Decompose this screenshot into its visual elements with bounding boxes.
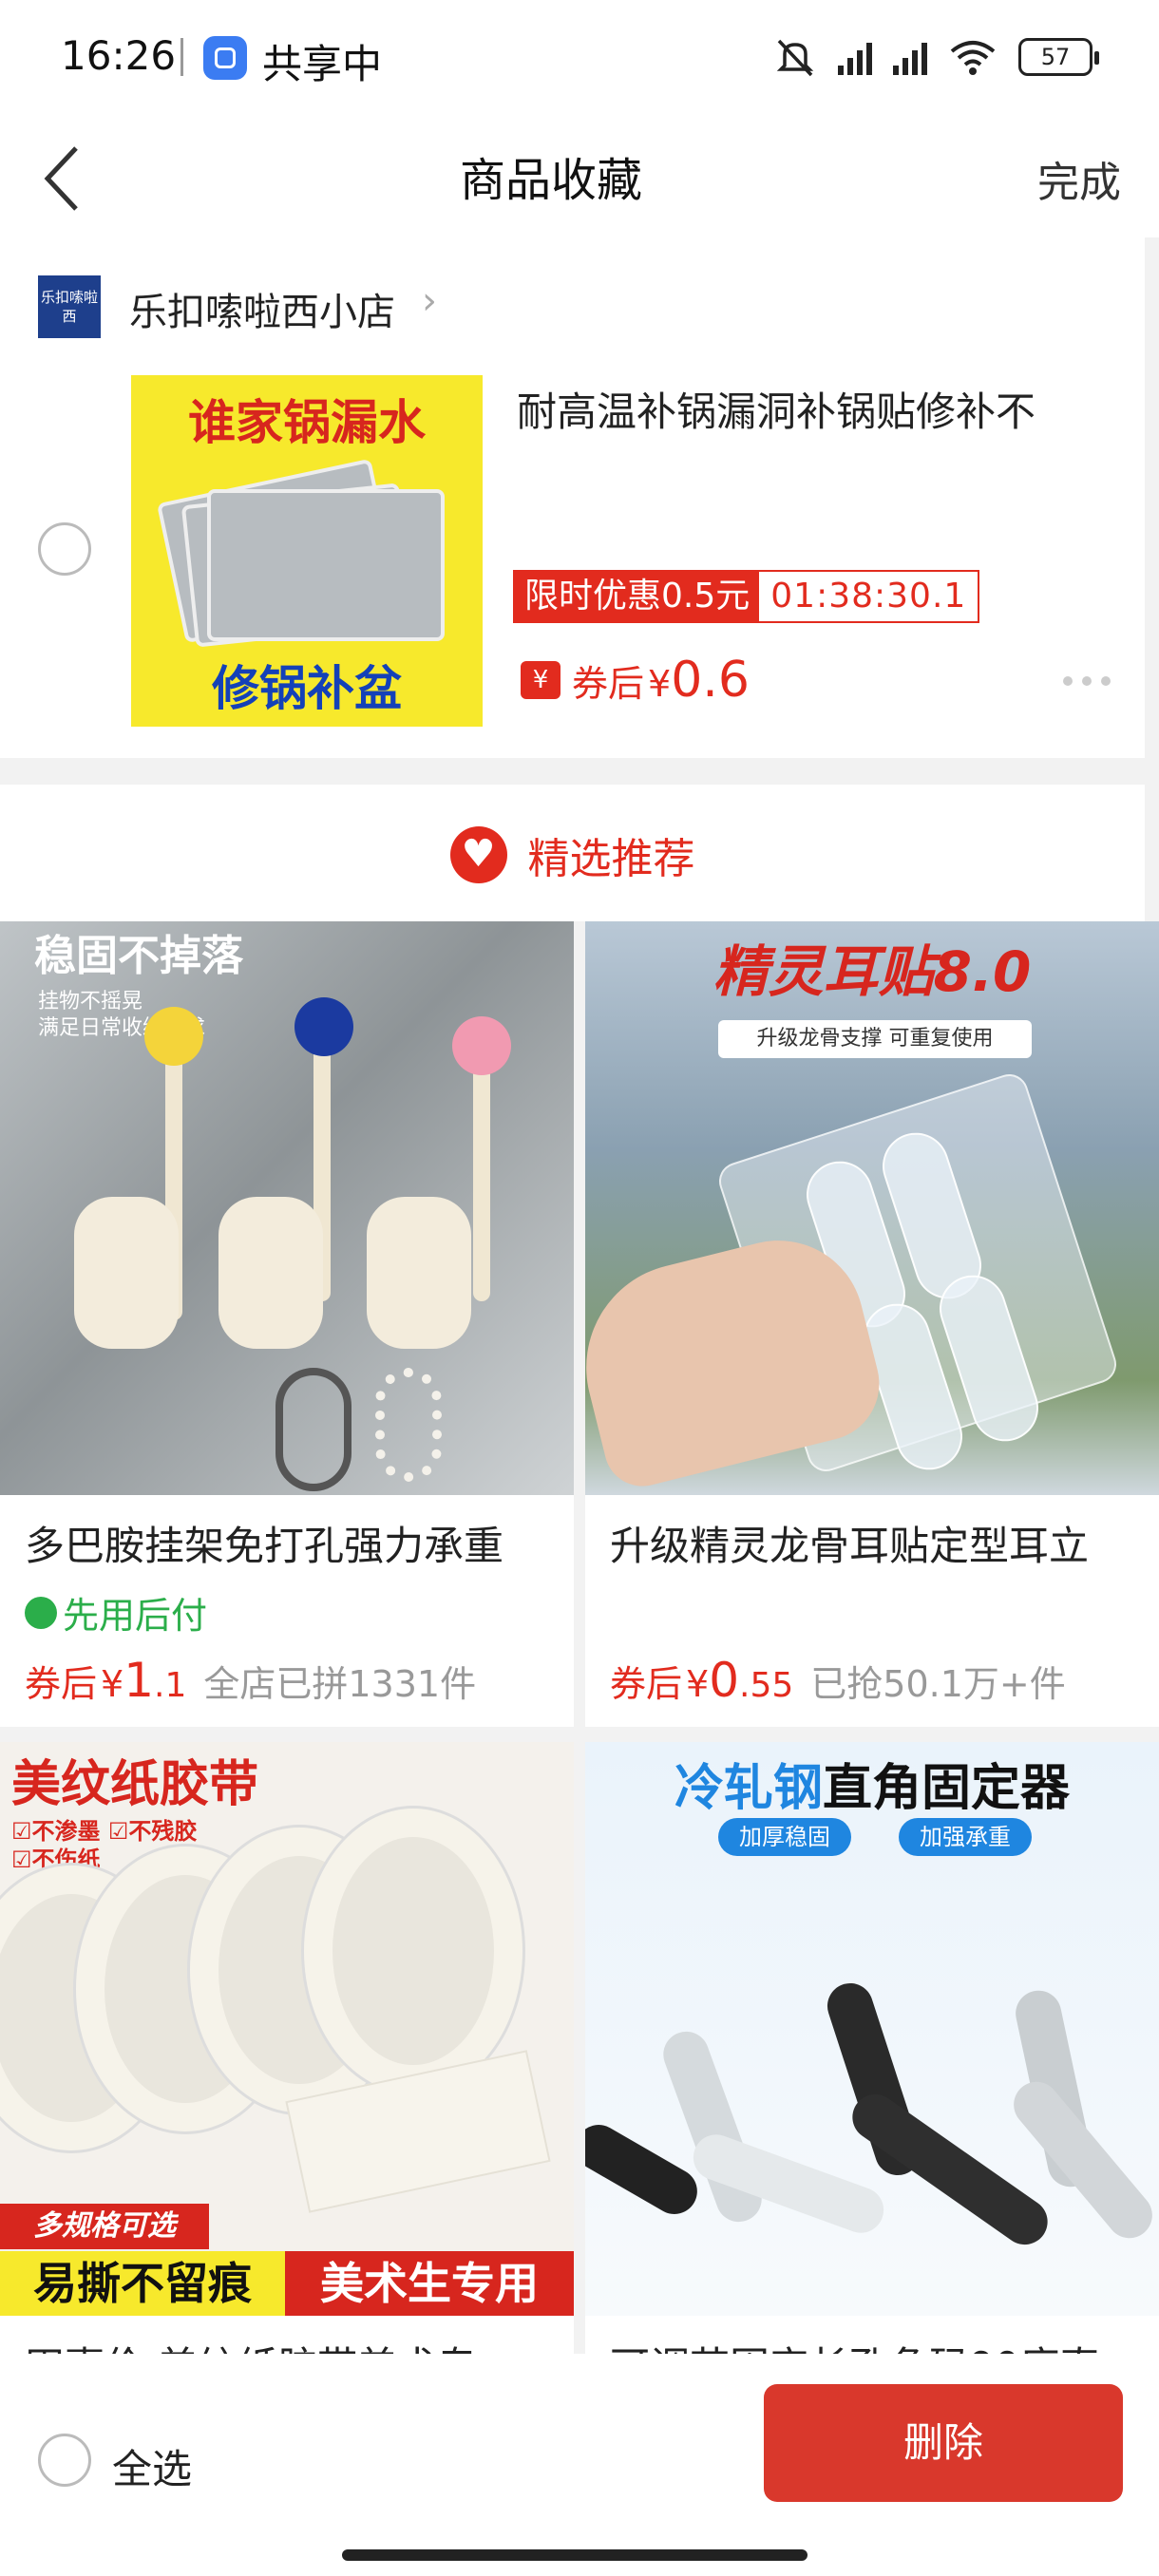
product-image[interactable]: 美纹纸胶带 ☑不渗墨 ☑不残胶 ☑不伤纸 多规格可选 易撕不留痕 美术生专用 bbox=[0, 1742, 574, 2316]
status-time: 16:26 bbox=[61, 32, 177, 79]
signal-icon bbox=[893, 39, 927, 75]
signal-icon bbox=[838, 39, 872, 75]
image-headline: 精灵耳贴8.0 bbox=[712, 939, 1032, 1004]
promo-countdown: 01:38:30.1 bbox=[770, 577, 967, 616]
price-value: 0.6 bbox=[671, 652, 750, 709]
product-image[interactable]: 精灵耳贴8.0 升级龙骨支撑 可重复使用 bbox=[585, 921, 1159, 1495]
image-caption: 美术生专用 bbox=[285, 2251, 574, 2316]
image-headline: 直角固定器 bbox=[823, 1760, 1071, 1817]
shop-name[interactable]: 乐扣嗦啦西小店 bbox=[129, 281, 395, 336]
price-row: 券后 ¥ 1.1 全店已拼1331件 bbox=[25, 1653, 476, 1708]
promo-badge: 限时优惠0.5元 01:38:30.1 bbox=[513, 570, 980, 623]
image-caption: 易撕不留痕 bbox=[0, 2251, 285, 2316]
price-label: 券后 bbox=[572, 663, 645, 705]
image-pill: 加强承重 bbox=[899, 1818, 1032, 1856]
select-all-checkbox[interactable] bbox=[38, 2434, 91, 2487]
price-label: 券后 bbox=[25, 1663, 98, 1705]
recommend-label: 精选推荐 bbox=[527, 835, 695, 883]
price-row: 券后 ¥ 0.55 已抢50.1万+件 bbox=[610, 1653, 1066, 1708]
heart-icon bbox=[449, 826, 507, 883]
price-symbol: ¥ bbox=[101, 1663, 124, 1705]
price-label: 券后 bbox=[610, 1663, 683, 1705]
product-image[interactable]: 稳固不掉落 挂物不摇晃 满足日常收纳需求 bbox=[0, 921, 574, 1495]
sales-count: 全店已拼1331件 bbox=[203, 1663, 477, 1705]
product-card[interactable]: 稳固不掉落 挂物不摇晃 满足日常收纳需求 多巴胺挂架免打孔强力承重 先用后付 券… bbox=[0, 921, 574, 1727]
favorite-item: 乐扣嗦啦西 乐扣嗦啦西小店 › 谁家锅漏水 修锅补盆 耐高温补锅漏洞补锅贴修补不… bbox=[0, 237, 1145, 758]
image-pill: 加厚稳固 bbox=[718, 1818, 851, 1856]
price-value: 0.55 bbox=[709, 1653, 794, 1708]
product-title[interactable]: 耐高温补锅漏洞补锅贴修补不 bbox=[517, 380, 1125, 438]
image-subtext: 升级龙骨支撑 可重复使用 bbox=[718, 1020, 1032, 1058]
price-row: ¥ 券后 ¥ 0.6 bbox=[521, 652, 750, 709]
home-indicator[interactable] bbox=[342, 2549, 808, 2561]
screen-share-icon bbox=[203, 36, 247, 80]
image-headline: 冷轧钢 bbox=[674, 1760, 823, 1817]
more-options-icon[interactable] bbox=[1063, 676, 1111, 686]
page-title: 商品收藏 bbox=[459, 154, 642, 207]
product-card[interactable]: 精灵耳贴8.0 升级龙骨支撑 可重复使用 升级精灵龙骨耳贴定型耳立 券后 ¥ 0… bbox=[585, 921, 1159, 1727]
image-headline: 美纹纸胶带 bbox=[11, 1756, 259, 1813]
pay-later-label: 先用后付 bbox=[63, 1595, 208, 1637]
thumb-headline: 谁家锅漏水 bbox=[188, 395, 426, 450]
product-card[interactable]: 美纹纸胶带 ☑不渗墨 ☑不残胶 ☑不伤纸 多规格可选 易撕不留痕 美术生专用 田… bbox=[0, 1742, 574, 2354]
promo-label: 限时优惠0.5元 bbox=[515, 572, 760, 621]
image-badge: 多规格可选 bbox=[0, 2204, 209, 2249]
coupon-icon: ¥ bbox=[521, 661, 560, 699]
shop-logo[interactable]: 乐扣嗦啦西 bbox=[38, 275, 101, 338]
sales-count: 已抢50.1万+件 bbox=[810, 1663, 1066, 1705]
product-card[interactable]: 冷轧钢直角固定器 加厚稳固 加强承重 可调节固定长孔角码90度直 bbox=[585, 1742, 1159, 2354]
product-title[interactable]: 可调节固定长孔角码90度直 bbox=[610, 2335, 1142, 2354]
price-value: 1.1 bbox=[124, 1653, 187, 1708]
item-select-checkbox[interactable] bbox=[38, 522, 91, 576]
product-title[interactable]: 升级精灵龙骨耳贴定型耳立 bbox=[610, 1514, 1142, 1572]
image-headline: 稳固不掉落 bbox=[34, 932, 243, 980]
done-button[interactable]: 完成 bbox=[1037, 148, 1121, 209]
mute-bell-icon bbox=[776, 39, 814, 77]
nav-bar: 商品收藏 完成 bbox=[0, 114, 1159, 237]
product-title[interactable]: 多巴胺挂架免打孔强力承重 bbox=[25, 1514, 557, 1572]
recommend-header: 精选推荐 bbox=[0, 785, 1145, 921]
sharing-status: 共享中 bbox=[262, 41, 383, 87]
select-all-label[interactable]: 全选 bbox=[112, 2437, 192, 2495]
status-icons: 57 bbox=[773, 34, 1099, 80]
bottom-action-bar: 全选 删除 bbox=[0, 2354, 1159, 2576]
battery-icon: 57 bbox=[1018, 38, 1099, 76]
delete-button[interactable]: 删除 bbox=[764, 2384, 1123, 2502]
status-bar: 16:26 共享中 57 bbox=[0, 0, 1159, 114]
thumb-caption: 修锅补盆 bbox=[212, 661, 402, 716]
price-symbol: ¥ bbox=[686, 1663, 710, 1705]
chevron-right-icon[interactable]: › bbox=[422, 279, 437, 323]
wifi-icon bbox=[950, 41, 996, 75]
status-divider bbox=[180, 38, 183, 76]
pay-later-icon bbox=[25, 1596, 57, 1629]
product-title[interactable]: 田壹佺:美纹纸胶带美术专 bbox=[25, 2335, 557, 2354]
pay-later-tag: 先用后付 bbox=[25, 1586, 207, 1638]
product-image[interactable]: 冷轧钢直角固定器 加厚稳固 加强承重 bbox=[585, 1742, 1159, 2316]
price-symbol: ¥ bbox=[648, 663, 672, 705]
product-thumbnail[interactable]: 谁家锅漏水 修锅补盆 bbox=[131, 375, 483, 727]
